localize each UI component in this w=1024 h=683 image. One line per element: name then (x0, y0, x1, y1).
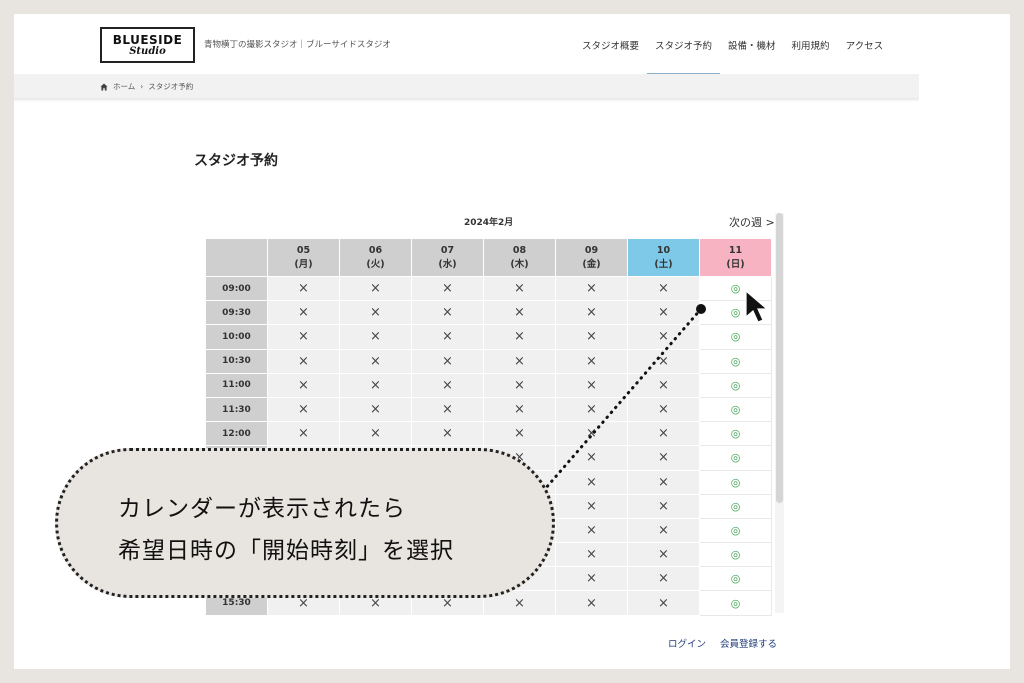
instruction-bubble: カレンダーが表示されたら 希望日時の「開始時刻」を選択 (55, 448, 555, 598)
pointer-dot (696, 304, 706, 314)
mouse-cursor-icon (745, 289, 769, 323)
instruction-line-2: 希望日時の「開始時刻」を選択 (118, 538, 454, 564)
instruction-line-1: カレンダーが表示されたら (118, 496, 406, 522)
pointer-dotted-line (543, 307, 703, 491)
